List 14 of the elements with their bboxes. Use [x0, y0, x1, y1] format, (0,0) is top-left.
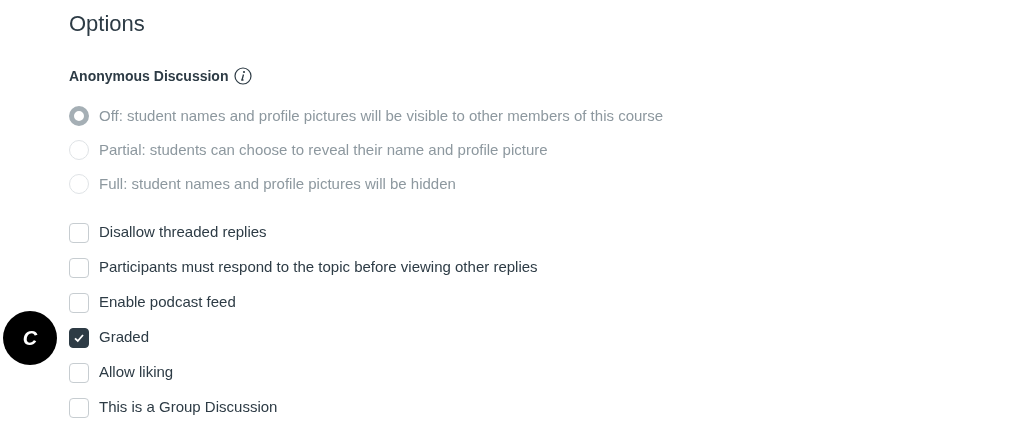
radio-label: Partial: students can choose to reveal their name and profile picture [99, 139, 548, 160]
checkbox-label: Enable podcast feed [99, 292, 236, 313]
group-label: Anonymous Discussion [69, 66, 229, 86]
radio-label: Off: student names and profile pictures will be visible to other members of this course [99, 105, 664, 126]
info-icon[interactable] [234, 67, 253, 85]
section-heading: Options [69, 10, 145, 38]
checkbox-label: Participants must respond to the topic before viewing other replies [99, 257, 538, 278]
radio-label: Full: student names and profile pictures will be hidden [99, 173, 456, 194]
checkbox-label: Allow liking [99, 362, 174, 383]
callout-badge: C [3, 311, 57, 365]
checkbox-label: This is a Group Discussion [99, 397, 278, 418]
checkbox-label: Disallow threaded replies [99, 222, 267, 243]
checkbox[interactable] [69, 327, 89, 348]
checkbox-label: Graded [99, 327, 150, 348]
